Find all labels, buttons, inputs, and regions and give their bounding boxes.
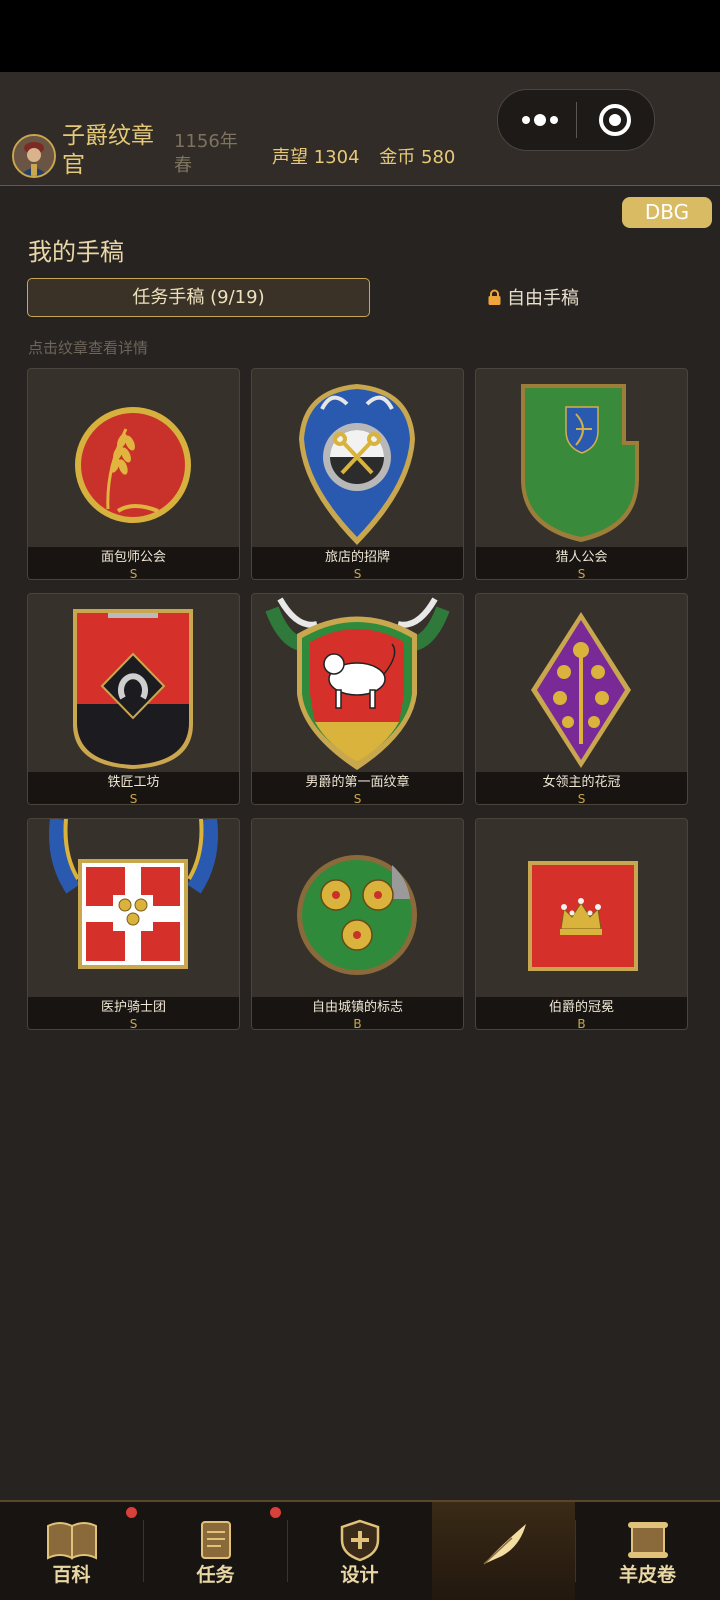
count-coronet-emblem-icon bbox=[528, 861, 638, 971]
capsule-divider bbox=[576, 102, 577, 138]
manuscript-card[interactable]: 男爵的第一面纹章 S bbox=[251, 593, 464, 805]
manuscript-card[interactable]: 猎人公会 S bbox=[475, 368, 688, 580]
card-grade: S bbox=[129, 1017, 138, 1030]
manuscript-card[interactable]: 自由城镇的标志 B bbox=[251, 818, 464, 1030]
card-grade: B bbox=[577, 1017, 586, 1030]
debug-button[interactable]: DBG bbox=[622, 197, 712, 228]
miniprogram-capsule bbox=[497, 89, 655, 151]
hint-text: 点击纹章查看详情 bbox=[28, 339, 149, 357]
shield-design-icon bbox=[340, 1519, 380, 1562]
manuscript-card[interactable]: 面包师公会 S bbox=[27, 368, 240, 580]
card-grade: S bbox=[129, 792, 138, 805]
hunter-guild-emblem-icon bbox=[521, 384, 639, 542]
notification-badge bbox=[126, 1507, 137, 1518]
bottom-nav: 百科 任务 设计 羊皮卷 bbox=[0, 1500, 720, 1600]
nav-parchment[interactable]: 羊皮卷 bbox=[576, 1502, 719, 1600]
lock-icon bbox=[488, 289, 501, 305]
gold-stat: 金币 580 bbox=[379, 147, 456, 168]
free-town-emblem-icon bbox=[297, 855, 417, 975]
status-bar bbox=[0, 0, 720, 72]
more-options-icon[interactable] bbox=[520, 108, 560, 132]
parchment-icon bbox=[628, 1522, 668, 1558]
manuscript-card[interactable]: 医护骑士团 S bbox=[27, 818, 240, 1030]
nav-tasks[interactable]: 任务 bbox=[144, 1502, 287, 1600]
card-grade: S bbox=[129, 567, 138, 580]
tab-task-manuscripts[interactable]: 任务手稿 (9/19) bbox=[27, 278, 370, 317]
close-miniprogram-icon[interactable] bbox=[598, 103, 632, 137]
baron-first-coat-of-arms-icon bbox=[265, 597, 450, 770]
nav-manuscripts[interactable] bbox=[432, 1502, 575, 1600]
baker-guild-emblem-icon bbox=[75, 407, 191, 523]
card-grade: S bbox=[353, 567, 362, 580]
game-year: 1156年春 bbox=[174, 131, 238, 176]
nav-label: 羊皮卷 bbox=[618, 1564, 676, 1586]
nav-label: 百科 bbox=[52, 1564, 91, 1586]
tab-free-label: 自由手稿 bbox=[507, 288, 579, 309]
card-grade: B bbox=[353, 1017, 362, 1030]
notification-badge bbox=[270, 1507, 281, 1518]
manuscript-card[interactable]: 铁匠工坊 S bbox=[27, 593, 240, 805]
manuscript-card[interactable]: 旅店的招牌 S bbox=[251, 368, 464, 580]
card-grade: S bbox=[577, 567, 586, 580]
manuscript-card[interactable]: 伯爵的冠冕 B bbox=[475, 818, 688, 1030]
lady-wreath-emblem-icon bbox=[531, 612, 631, 768]
blacksmith-workshop-emblem-icon bbox=[73, 609, 193, 769]
card-grade: S bbox=[353, 792, 362, 805]
nav-label: 设计 bbox=[340, 1564, 379, 1586]
quill-icon bbox=[483, 1524, 526, 1565]
stats: 声望 1304 金币 580 bbox=[272, 143, 469, 169]
section-title: 我的手稿 bbox=[28, 238, 124, 266]
inn-sign-emblem-icon bbox=[299, 384, 415, 545]
manuscript-card[interactable]: 女领主的花冠 S bbox=[475, 593, 688, 805]
player-title: 子爵纹章官 bbox=[62, 123, 154, 178]
avatar[interactable] bbox=[12, 134, 56, 178]
task-scroll-icon bbox=[201, 1521, 231, 1559]
reputation-stat: 声望 1304 bbox=[272, 147, 360, 168]
book-icon bbox=[47, 1522, 97, 1560]
hospitaller-knights-emblem-icon bbox=[49, 819, 218, 969]
nav-design[interactable]: 设计 bbox=[288, 1502, 431, 1600]
card-grade: S bbox=[577, 792, 586, 805]
nav-label: 任务 bbox=[196, 1564, 235, 1586]
nav-encyclopedia[interactable]: 百科 bbox=[0, 1502, 143, 1600]
avatar-portrait-icon bbox=[14, 136, 54, 176]
tab-free-manuscripts[interactable]: 自由手稿 bbox=[488, 284, 579, 310]
